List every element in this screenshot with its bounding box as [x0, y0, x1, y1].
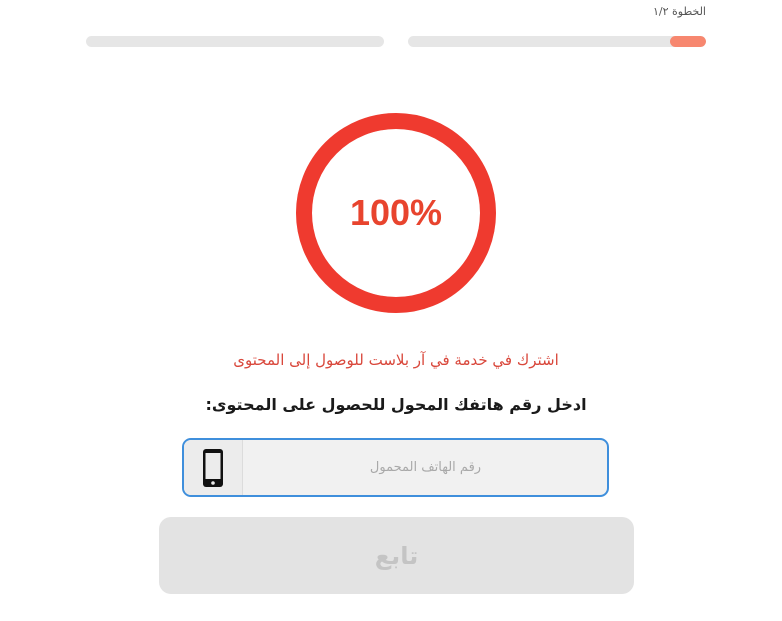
progress-fill-step-1	[670, 36, 706, 47]
phone-icon-box	[184, 440, 243, 495]
subscribe-message: اشترك في خدمة في آر بلاست للوصول إلى الم…	[233, 351, 559, 369]
phone-number-input[interactable]	[244, 440, 607, 495]
continue-button[interactable]: تابع	[159, 517, 634, 594]
mobile-phone-icon	[203, 448, 223, 487]
progress-bar-step-1	[408, 36, 706, 47]
progress-ring: 100%	[296, 113, 496, 313]
phone-field	[182, 438, 609, 497]
progress-bar-step-2	[86, 36, 384, 47]
progress-ring-value: 100%	[349, 192, 443, 233]
page: الخطوة ١/٢ 100% اشترك في خدمة في آر بلاس…	[0, 0, 782, 621]
step-label: الخطوة ١/٢	[652, 5, 706, 18]
enter-phone-instruction: ادخل رقم هاتفك المحول للحصول على المحتوى…	[205, 395, 587, 414]
